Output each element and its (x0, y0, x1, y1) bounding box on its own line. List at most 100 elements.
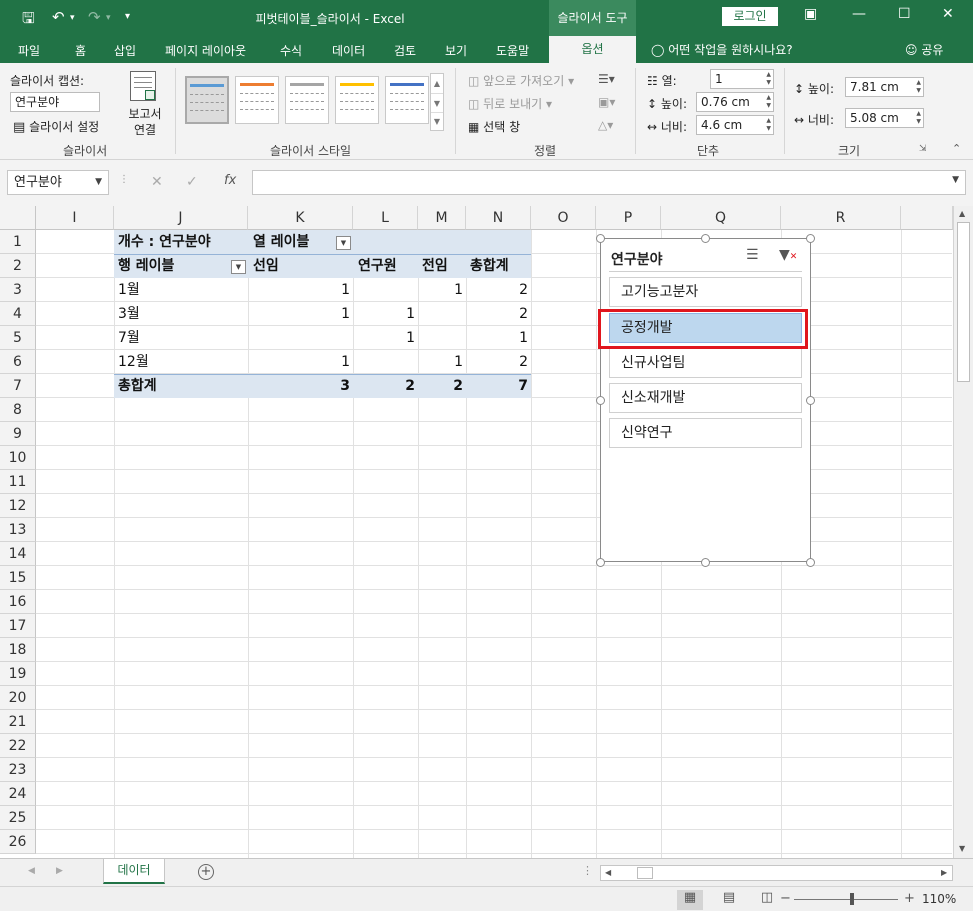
resize-handle[interactable] (701, 234, 710, 243)
column-header-m[interactable]: M (418, 206, 466, 230)
slicer-item[interactable]: 신약연구 (609, 418, 802, 448)
slicer-style-light-4[interactable] (335, 76, 379, 124)
pivot-row-label[interactable]: 1월 (118, 278, 140, 302)
row-header[interactable]: 3 (0, 278, 36, 302)
ribbon-display-icon[interactable]: ▣ (804, 6, 817, 22)
tab-insert[interactable]: 삽입 (114, 42, 136, 59)
pivot-col-item[interactable]: 전임 (422, 254, 448, 278)
pivot-cell[interactable]: 1 (418, 278, 463, 302)
gallery-more-icon[interactable]: ▼ (431, 112, 443, 130)
zoom-out-icon[interactable]: − (780, 891, 791, 906)
row-filter-dropdown-icon[interactable]: ▼ (231, 260, 246, 274)
slicer-settings-button[interactable]: ▤ 슬라이서 설정 (13, 118, 99, 135)
spinner-icon[interactable]: ▲ ▼ (916, 79, 921, 95)
pivot-total-cell[interactable]: 7 (466, 374, 528, 398)
column-header-k[interactable]: K (248, 206, 353, 230)
pivot-cell[interactable]: 2 (466, 302, 528, 326)
zoom-slider-knob[interactable] (850, 893, 854, 905)
sheet-tab-data[interactable]: 데이터 (103, 859, 165, 884)
row-header[interactable]: 8 (0, 398, 36, 422)
resize-handle[interactable] (596, 234, 605, 243)
slicer-item[interactable]: 신소재개발 (609, 383, 802, 413)
pivot-column-labels-header[interactable]: 열 레이블 (253, 230, 309, 254)
zoom-level[interactable]: 110% (922, 892, 956, 906)
vertical-scrollbar[interactable]: ▲ ▼ (953, 206, 973, 858)
prev-sheet-icon[interactable]: ◀ (28, 866, 35, 876)
chevron-up-icon[interactable]: ▲ (431, 74, 443, 93)
column-filter-dropdown-icon[interactable]: ▼ (336, 236, 351, 250)
column-header-o[interactable]: O (531, 206, 596, 230)
tab-home[interactable]: 홈 (75, 42, 86, 59)
scroll-left-icon[interactable]: ◀ (605, 868, 611, 877)
column-header-r[interactable]: R (781, 206, 901, 230)
resize-handle[interactable] (806, 558, 815, 567)
size-height-input[interactable]: 7.81 cm ▲ ▼ (845, 77, 924, 97)
style-gallery-scroll[interactable]: ▲ ▼ ▼ (430, 73, 444, 131)
pivot-cell[interactable] (418, 302, 463, 326)
collapse-ribbon-icon[interactable]: ⌃ (952, 142, 961, 155)
pivot-cell[interactable]: 1 (248, 350, 350, 374)
enter-icon[interactable]: ✓ (186, 174, 198, 190)
row-header[interactable]: 18 (0, 638, 36, 662)
column-header-q[interactable]: Q (661, 206, 781, 230)
scroll-up-icon[interactable]: ▲ (959, 209, 965, 218)
columns-input[interactable]: 1 ▲ ▼ (710, 69, 774, 89)
row-header[interactable]: 15 (0, 566, 36, 590)
selection-pane-button[interactable]: ▦ 선택 창 (468, 118, 520, 135)
resize-handle[interactable] (701, 558, 710, 567)
slicer-style-light-1[interactable] (185, 76, 229, 124)
pivot-cell[interactable] (353, 350, 415, 374)
chevron-down-icon[interactable]: ▼ (95, 171, 102, 194)
cancel-icon[interactable]: ✕ (151, 174, 163, 190)
group-objects-icon[interactable]: ▣▾ (598, 95, 615, 109)
pivot-cell[interactable]: 2 (466, 278, 528, 302)
spinner-icon[interactable]: ▲ ▼ (766, 94, 771, 110)
name-box[interactable]: 연구분야 ▼ (7, 170, 109, 195)
column-header-l[interactable]: L (353, 206, 418, 230)
maximize-icon[interactable]: ☐ (898, 6, 911, 22)
pivot-cell[interactable]: 1 (466, 326, 528, 350)
page-break-view-icon[interactable]: ◫ (754, 890, 780, 910)
tab-help[interactable]: 도움말 (496, 42, 529, 59)
column-header-n[interactable]: N (466, 206, 531, 230)
row-header[interactable]: 7 (0, 374, 36, 398)
row-header[interactable]: 10 (0, 446, 36, 470)
pivot-value-header[interactable]: 개수 : 연구분야 (118, 230, 211, 254)
tab-file[interactable]: 파일 (18, 42, 40, 59)
row-header[interactable]: 1 (0, 230, 36, 254)
row-header[interactable]: 11 (0, 470, 36, 494)
scroll-thumb[interactable] (957, 222, 970, 382)
close-icon[interactable]: ✕ (942, 6, 954, 22)
slicer-style-light-2[interactable] (235, 76, 279, 124)
resize-handle[interactable] (806, 396, 815, 405)
pivot-grand-total-label[interactable]: 총합계 (118, 374, 157, 398)
tab-options[interactable]: 옵션 (549, 36, 636, 63)
row-header[interactable]: 24 (0, 782, 36, 806)
row-header[interactable]: 13 (0, 518, 36, 542)
tab-formulas[interactable]: 수식 (280, 42, 302, 59)
scroll-thumb[interactable] (637, 867, 653, 879)
slicer-style-light-5[interactable] (385, 76, 429, 124)
pivot-cell[interactable]: 1 (248, 302, 350, 326)
resize-handle[interactable] (806, 234, 815, 243)
size-dialog-launcher-icon[interactable]: ⇲ (919, 144, 927, 154)
next-sheet-icon[interactable]: ▶ (56, 866, 63, 876)
scroll-right-icon[interactable]: ▶ (941, 868, 947, 877)
slicer-item[interactable]: 신규사업팀 (609, 348, 802, 378)
horizontal-scrollbar[interactable]: ◀ ▶ (600, 865, 953, 881)
slicer-style-light-3[interactable] (285, 76, 329, 124)
pivot-cell[interactable] (353, 278, 415, 302)
row-header[interactable]: 25 (0, 806, 36, 830)
insert-function-icon[interactable]: fx (224, 173, 236, 188)
row-header[interactable]: 20 (0, 686, 36, 710)
clear-filter-icon[interactable]: ▼✕ (779, 247, 797, 263)
report-connections-button[interactable]: 보고서 연결 (120, 69, 170, 139)
pivot-row-label[interactable]: 3월 (118, 302, 140, 326)
spinner-icon[interactable]: ▲ ▼ (916, 110, 921, 126)
page-layout-view-icon[interactable]: ▤ (716, 890, 742, 910)
row-header[interactable]: 5 (0, 326, 36, 350)
row-header[interactable]: 2 (0, 254, 36, 278)
chevron-down-icon[interactable]: ▼ (431, 93, 443, 112)
worksheet-grid[interactable]: I J K L M N O P Q R 1 2 3 4 5 6 7 8 9 10… (0, 206, 973, 858)
row-header[interactable]: 22 (0, 734, 36, 758)
